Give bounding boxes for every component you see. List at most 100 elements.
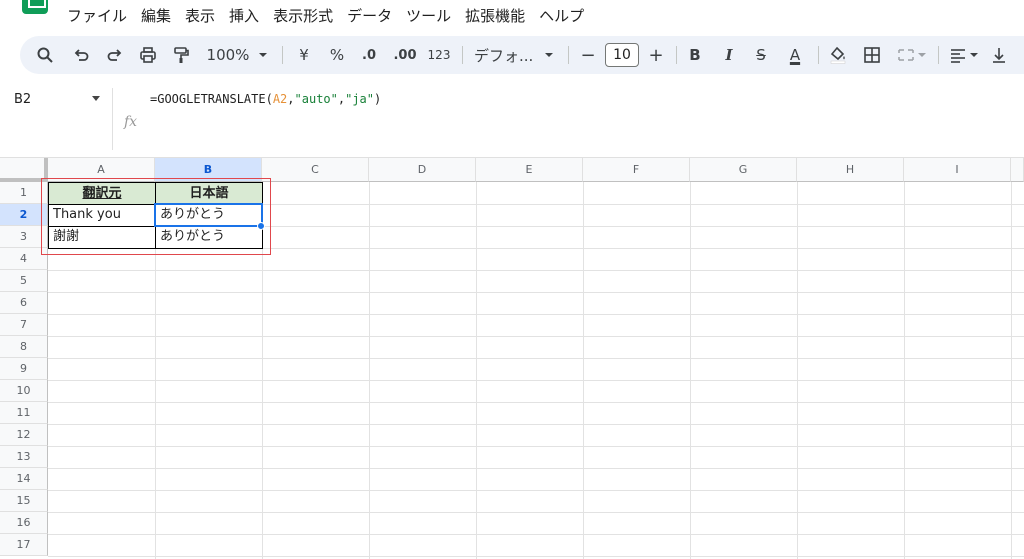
fill-color-icon[interactable] (826, 36, 850, 74)
text-color-button[interactable]: A (784, 36, 806, 74)
menu-data[interactable]: データ (340, 6, 399, 26)
search-menus-icon[interactable] (34, 36, 56, 74)
row-header-9[interactable]: 9 (0, 358, 48, 380)
zoom-dropdown-icon[interactable] (256, 36, 270, 74)
cell-a1[interactable]: 翻訳元 (49, 183, 155, 204)
grid-line (48, 336, 1024, 337)
strikethrough-button[interactable]: S (750, 36, 772, 74)
horizontal-align-icon[interactable] (946, 36, 982, 74)
cell-b3[interactable]: ありがとう (156, 226, 262, 248)
row-header-10[interactable]: 10 (0, 380, 48, 402)
row-header-14[interactable]: 14 (0, 468, 48, 490)
fx-icon: fx (124, 114, 138, 130)
row-header-4[interactable]: 4 (0, 248, 48, 270)
font-family-select[interactable]: デフォ... (474, 36, 540, 74)
formula-cell-ref: A2 (272, 92, 288, 106)
row-header-16[interactable]: 16 (0, 512, 48, 534)
separator (676, 46, 677, 64)
row-header-2[interactable]: 2 (0, 204, 48, 226)
column-header-c[interactable]: C (262, 158, 369, 182)
column-header-partial[interactable] (1011, 158, 1024, 182)
merge-cells-icon[interactable] (894, 36, 930, 74)
row-header-8[interactable]: 8 (0, 336, 48, 358)
spreadsheet-grid[interactable]: A B C D E F G H I 1 2 3 4 5 6 7 8 9 10 1… (0, 158, 1024, 559)
cell-a3[interactable]: 謝謝 (49, 226, 155, 248)
formula-prefix: =GOOGLETRANSLATE( (150, 92, 273, 106)
row-header-15[interactable]: 15 (0, 490, 48, 512)
decrease-font-size-button[interactable]: − (578, 36, 598, 74)
undo-icon[interactable] (70, 36, 92, 74)
column-header-a[interactable]: A (48, 158, 155, 182)
decrease-decimal-button[interactable]: .0 (356, 36, 382, 74)
menu-extensions[interactable]: 拡張機能 (458, 6, 532, 26)
cell-b2[interactable]: ありがとう (156, 204, 262, 226)
name-box[interactable]: B2 (14, 92, 31, 107)
separator (938, 46, 939, 64)
separator (282, 46, 283, 64)
grid-line (48, 314, 1024, 315)
sheets-logo-icon[interactable] (22, 0, 48, 14)
bold-button[interactable]: B (684, 36, 706, 74)
grid-line (262, 182, 263, 559)
more-formats-button[interactable]: 123 (424, 36, 454, 74)
percent-format-button[interactable]: % (326, 36, 348, 74)
row-header-1[interactable]: 1 (0, 182, 48, 204)
column-header-d[interactable]: D (369, 158, 476, 182)
grid-line (48, 512, 1024, 513)
vertical-align-icon[interactable] (986, 36, 1012, 74)
formula-suffix: ) (374, 92, 382, 106)
zoom-select[interactable]: 100% (204, 36, 252, 74)
grid-line (48, 534, 1024, 535)
grid-line (48, 402, 1024, 403)
italic-button[interactable]: I (718, 36, 740, 74)
currency-format-button[interactable]: ¥ (294, 36, 314, 74)
fill-handle[interactable] (257, 222, 265, 230)
cell-b1[interactable]: 日本語 (156, 183, 262, 204)
grid-line (48, 380, 1024, 381)
row-header-17[interactable]: 17 (0, 534, 48, 556)
formula-bar: B2 fx =GOOGLETRANSLATE(A2,"auto","ja") (0, 88, 1024, 158)
column-header-f[interactable]: F (583, 158, 690, 182)
row-header-13[interactable]: 13 (0, 446, 48, 468)
font-size-input[interactable]: 10 (605, 43, 639, 67)
formula-string-source: "auto" (294, 92, 338, 106)
print-icon[interactable] (136, 36, 160, 74)
increase-decimal-button[interactable]: .00 (392, 36, 418, 74)
menu-view[interactable]: 表示 (178, 6, 222, 26)
menu-help[interactable]: ヘルプ (532, 6, 591, 26)
menu-format[interactable]: 表示形式 (266, 6, 340, 26)
row-header-12[interactable]: 12 (0, 424, 48, 446)
grid-line (48, 248, 1024, 249)
cell-a2[interactable]: Thank you (49, 204, 155, 226)
select-all-corner[interactable] (0, 158, 48, 182)
column-header-e[interactable]: E (476, 158, 583, 182)
row-header-3[interactable]: 3 (0, 226, 48, 248)
grid-line (48, 446, 1024, 447)
table-border-line (155, 182, 156, 249)
borders-icon[interactable] (860, 36, 884, 74)
row-header-6[interactable]: 6 (0, 292, 48, 314)
redo-icon[interactable] (104, 36, 126, 74)
grid-line (797, 182, 798, 559)
menu-edit[interactable]: 編集 (134, 6, 178, 26)
menu-file[interactable]: ファイル (60, 6, 134, 26)
separator (568, 46, 569, 64)
name-box-dropdown-icon[interactable] (92, 96, 100, 101)
font-dropdown-icon[interactable] (542, 36, 556, 74)
menu-tools[interactable]: ツール (399, 6, 458, 26)
row-header-7[interactable]: 7 (0, 314, 48, 336)
increase-font-size-button[interactable]: + (646, 36, 666, 74)
grid-line (48, 490, 1024, 491)
grid-line (369, 182, 370, 559)
row-header-11[interactable]: 11 (0, 402, 48, 424)
row-header-5[interactable]: 5 (0, 270, 48, 292)
column-header-g[interactable]: G (690, 158, 797, 182)
grid-line (476, 182, 477, 559)
formula-input[interactable]: =GOOGLETRANSLATE(A2,"auto","ja") (150, 92, 381, 106)
menu-insert[interactable]: 挿入 (222, 6, 266, 26)
column-header-b[interactable]: B (155, 158, 262, 182)
column-header-i[interactable]: I (904, 158, 1011, 182)
column-header-h[interactable]: H (797, 158, 904, 182)
grid-line (583, 182, 584, 559)
paint-format-icon[interactable] (170, 36, 192, 74)
